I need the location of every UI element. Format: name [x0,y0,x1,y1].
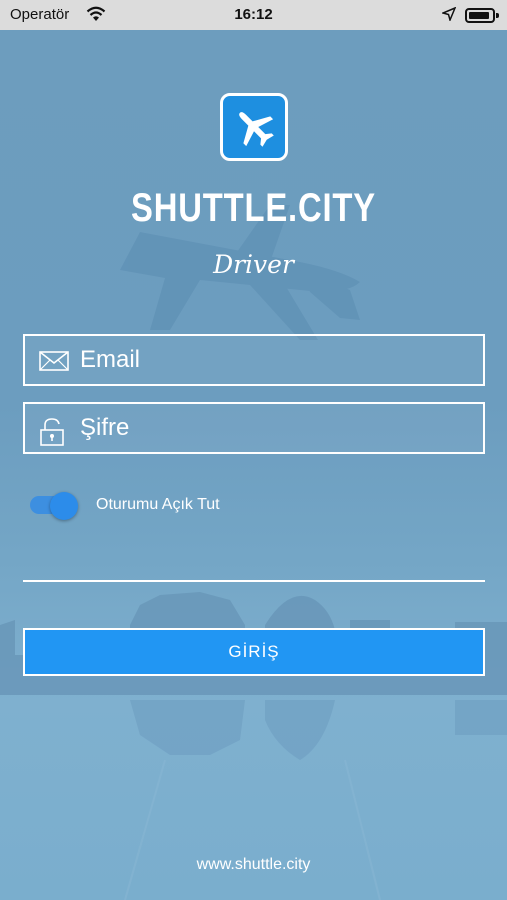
email-input[interactable] [80,342,470,378]
login-button[interactable]: GİRİŞ [23,628,485,676]
remember-me-label: Oturumu Açık Tut [96,496,220,513]
status-bar: Operatör 16:12 [0,0,507,30]
airplane-icon [220,93,288,161]
location-arrow-icon [440,6,457,26]
clock: 16:12 [234,6,273,23]
website-link[interactable]: www.shuttle.city [0,856,507,874]
email-field[interactable] [23,334,485,386]
remember-me-toggle[interactable] [30,492,78,520]
lock-icon [39,417,65,452]
toggle-knob [50,492,78,520]
brand-subtitle: Driver [213,250,294,279]
brand-title: SHUTTLE.CITY [131,186,376,230]
password-field[interactable] [23,402,485,454]
envelope-icon [39,349,69,378]
battery-icon [465,8,499,23]
password-input[interactable] [80,410,470,446]
divider [23,580,485,582]
